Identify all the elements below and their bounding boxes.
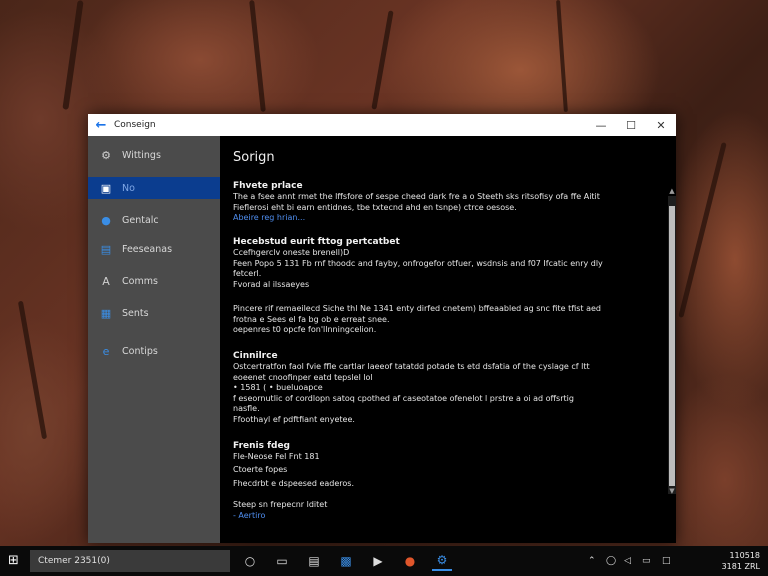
scroll-down-icon[interactable]: ▼: [668, 486, 676, 496]
scroll-up-icon[interactable]: ▲: [668, 186, 676, 196]
text-line: Ffoothayl ef pdftfiant enyetee.: [233, 414, 355, 424]
windows-start-icon[interactable]: ⊞: [8, 554, 22, 568]
sidebar-item-contips[interactable]: e Contips: [88, 340, 220, 362]
sidebar-item-no[interactable]: ▣ No: [88, 177, 220, 199]
text-line: f eseornutlic of cordlopn satoq cpothed …: [233, 393, 574, 403]
section-heading: Cinnilrce: [233, 351, 278, 361]
text-line: fetcerl.: [233, 269, 262, 278]
sidebar-item-label: Sents: [122, 307, 149, 319]
tablet-icon[interactable]: ▭: [272, 551, 292, 571]
volume-icon[interactable]: ◁: [624, 556, 631, 566]
settings-window: ← Conseign — ☐ ✕ ⚙ Wittings ▣ No ● Genta…: [88, 114, 676, 543]
title-bar: ← Conseign — ☐ ✕: [88, 114, 676, 136]
text-line: Fle-Neose Fel Fnt 181: [233, 452, 320, 461]
text-line: The a fsee annt rmet the lffsfore of ses…: [233, 192, 600, 201]
scrollbar[interactable]: [668, 196, 676, 494]
minimize-icon[interactable]: —: [586, 114, 616, 136]
maximize-icon[interactable]: ☐: [616, 114, 646, 136]
page-title: Sorign: [233, 150, 275, 165]
text-line: Steep sn frepecnr lditet: [233, 500, 328, 509]
files-icon[interactable]: ▤: [304, 551, 324, 571]
text-line: Feen Popo 5 131 Fb rnf thoodc and fayby,…: [233, 258, 603, 268]
section-footer: Steep sn frepecnr lditet - Aertiro: [233, 500, 657, 521]
screen-icon: ▣: [100, 181, 112, 195]
learn-more-link[interactable]: Abeire reg hrian...: [233, 213, 657, 224]
text-line: eoeenet cnoofinper eatd tepslel lol: [233, 372, 373, 382]
clock-date: 3181 ZRL: [721, 562, 760, 571]
text-line: Ctoerte fopes: [233, 464, 288, 474]
footer-link[interactable]: - Aertiro: [233, 511, 657, 522]
battery-icon[interactable]: ▭: [642, 556, 651, 566]
section-friends: Frenis fdeg Fle-Neose Fel Fnt 181 Ctoert…: [233, 440, 657, 490]
sidebar-item-comms[interactable]: A Comms: [88, 270, 220, 292]
text-line: nasfle.: [233, 404, 260, 413]
task-view-icon[interactable]: ○: [240, 551, 260, 571]
taskbar: ⊞ Ctemer 2351(0) ○ ▭ ▤ ▩ ▶ ● ⚙ ⌃ ◯ ◁ ▭ □…: [0, 546, 768, 576]
store-icon[interactable]: ▩: [336, 551, 356, 571]
text-line: Pincere rif remaeilecd Siche thl Ne 1341…: [233, 304, 601, 313]
sidebar-item-wittings[interactable]: ⚙ Wittings: [88, 144, 220, 166]
back-arrow-icon[interactable]: ←: [88, 114, 114, 136]
sidebar-item-label: Feeseanas: [122, 243, 173, 255]
windows-tile-icon: ▦: [100, 306, 112, 320]
settings-app-icon[interactable]: ⚙: [432, 551, 452, 571]
content-pane: Sorign Fhvete prlace The a fsee annt rme…: [220, 136, 676, 543]
text-line: oepenres t0 opcfe fon'llnningcelion.: [233, 325, 377, 334]
text-line: frotna e Sees el fa bg ob e erreat snee.: [233, 314, 390, 324]
section-paragraph: Pincere rif remaeilecd Siche thl Ne 1341…: [233, 304, 657, 336]
close-icon[interactable]: ✕: [646, 114, 676, 136]
settings-gear-icon: ⚙: [101, 148, 111, 162]
message-icon[interactable]: □: [662, 556, 671, 566]
sidebar-item-sents[interactable]: ▦ Sents: [88, 302, 220, 324]
text-line: Fieflerosi eht bi earn entidnes, tbe txt…: [233, 202, 517, 212]
browser-icon[interactable]: ●: [400, 551, 420, 571]
text-line: Ccefhgerclv oneste brenell)D: [233, 248, 350, 257]
clock-time: 110518: [729, 551, 760, 560]
sidebar-item-label: No: [122, 182, 135, 194]
section-compliance: Cinnilrce Ostcertratfon faol fvie ffle c…: [233, 350, 657, 425]
clock[interactable]: 110518 3181 ZRL: [722, 550, 760, 572]
text-line: Ostcertratfon faol fvie ffle cartlar lae…: [233, 362, 590, 371]
text-line: • 1581 ( • bueluoapce: [233, 383, 323, 392]
sidebar-item-gentalc[interactable]: ● Gentalc: [88, 209, 220, 231]
font-icon: A: [102, 274, 110, 288]
monitor-icon: ▤: [100, 242, 112, 256]
section-heading: Hecebstud eurit fttog pertcatbet: [233, 237, 400, 247]
network-icon[interactable]: ◯: [606, 556, 616, 566]
sidebar-item-label: Gentalc: [122, 214, 159, 226]
sidebar-item-label: Comms: [122, 275, 158, 287]
sidebar: ⚙ Wittings ▣ No ● Gentalc ▤ Feeseanas A …: [88, 136, 220, 543]
section-heading: Frenis fdeg: [233, 441, 291, 451]
section-heading: Fhvete prlace: [233, 181, 303, 191]
text-line: Fhecdrbt e dspeesed eaderos.: [233, 479, 355, 488]
search-box[interactable]: Ctemer 2351(0): [30, 550, 230, 572]
sidebar-item-label: Contips: [122, 345, 158, 357]
search-text: Ctemer 2351(0): [38, 556, 110, 566]
sidebar-item-feeseanas[interactable]: ▤ Feeseanas: [88, 238, 220, 260]
edge-icon: e: [102, 344, 110, 358]
chevron-up-icon[interactable]: ⌃: [588, 556, 596, 566]
section-privacy: Fhvete prlace The a fsee annt rmet the l…: [233, 180, 657, 224]
section-security: Hecebstud eurit fttog pertcatbet Ccefhge…: [233, 236, 657, 290]
window-title: Conseign: [114, 120, 156, 130]
scroll-thumb[interactable]: [669, 206, 675, 486]
text-line: Fvorad al ilssaeyes: [233, 279, 310, 289]
globe-icon: ●: [101, 213, 111, 227]
sidebar-item-label: Wittings: [122, 149, 161, 161]
media-icon[interactable]: ▶: [368, 551, 388, 571]
